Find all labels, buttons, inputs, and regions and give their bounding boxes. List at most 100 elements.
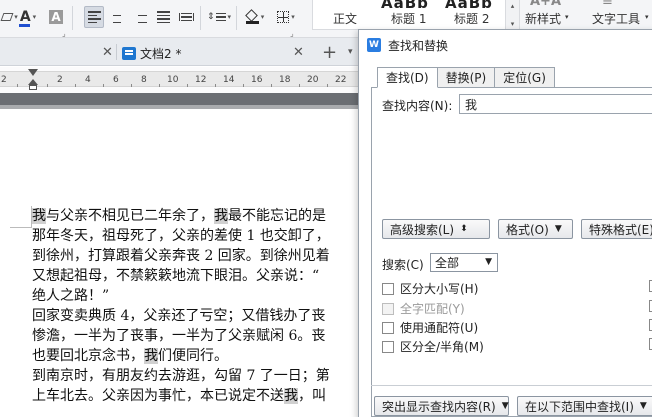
ruler-number: 4 — [85, 75, 91, 85]
eraser-icon — [0, 13, 14, 21]
search-label: 搜索(C) — [382, 258, 424, 272]
search-match-highlight: 我 — [144, 348, 158, 364]
match-width-checkbox[interactable]: 区分全/半角(M) — [382, 338, 484, 355]
chevron-down-icon: ▼ — [554, 224, 562, 234]
ruler-tick — [131, 84, 132, 87]
find-replace-dialog: W 查找和替换 查找(D) 替换(P) 定位(G) 查找内容(N): 我 高级搜… — [358, 29, 652, 417]
ruler-tick — [47, 84, 48, 87]
close-tab-icon[interactable]: ✕ — [102, 45, 113, 60]
find-in-button[interactable]: 在以下范围中查找(I) ▼ — [517, 396, 652, 416]
style-heading-1[interactable]: 标题 1 — [391, 10, 426, 27]
special-format-button[interactable]: 特殊格式(E) — [581, 219, 652, 239]
dialog-title-bar[interactable]: W 查找和替换 — [359, 30, 652, 60]
chevron-down-icon: ▼ — [501, 401, 509, 411]
format-button-label: 格式(O) — [506, 222, 549, 237]
paragraph-line[interactable]: 我与父亲不相见已二年余了，我最不能忘记的是 — [32, 206, 326, 226]
tab-goto[interactable]: 定位(G) — [495, 67, 555, 88]
paragraph-line[interactable]: 回家变卖典质 4，父亲还了亏空；又借钱办了丧 — [32, 306, 325, 326]
paragraph-line[interactable]: 绝人之路！” — [32, 286, 109, 306]
indent-marker[interactable] — [28, 69, 38, 91]
paragraph-line[interactable]: 到南京时，有朋友约去游逛，勾留 7 了一日；第 — [32, 366, 330, 386]
style-gallery-scroll[interactable]: ▴ ▾ — [505, 0, 519, 30]
ruler-number: 2 — [57, 75, 63, 85]
style-heading-2[interactable]: 标题 2 — [454, 10, 489, 27]
distributed-icon — [178, 12, 194, 22]
text-run: 到南京时，有朋友约去游逛，勾留 7 了一日；第 — [32, 368, 330, 384]
whole-word-checkbox[interactable]: 全字匹配(Y) — [382, 300, 465, 317]
line-spacing-icon: ⇕ — [207, 12, 226, 22]
style-gallery: AaBb AaBb 正文 标题 1 标题 2 — [312, 0, 520, 30]
find-input[interactable]: 我 — [459, 94, 652, 114]
tab-find[interactable]: 查找(D) — [377, 67, 438, 88]
match-width-label: 区分全/半角(M) — [400, 340, 484, 354]
ruler-tick — [159, 84, 160, 87]
line-spacing-button[interactable]: ⇕ ▾ — [204, 6, 234, 28]
chevron-up-icon: ▴ — [510, 2, 515, 10]
divider — [72, 6, 73, 30]
match-case-label: 区分大小写(H) — [400, 282, 479, 296]
find-label: 查找内容(N): — [382, 99, 453, 113]
ruler-number: 16 — [251, 75, 263, 85]
align-center-icon — [111, 11, 124, 23]
paragraph-line[interactable]: 也要回北京念书，我们便同行。 — [32, 346, 228, 366]
chevron-down-icon: ▾ — [227, 13, 232, 21]
wildcards-label: 使用通配符(U) — [400, 321, 479, 335]
align-right-button[interactable] — [130, 6, 150, 28]
format-button[interactable]: 格式(O) ▼ — [498, 219, 573, 239]
ruler-tick — [187, 84, 188, 87]
text-run: 最不能忘记的是 — [228, 208, 326, 224]
justify-button[interactable] — [153, 6, 173, 28]
style-normal[interactable]: 正文 — [333, 10, 357, 27]
text-run: 到徐州，打算跟着父亲奔丧 2 回家。到徐州见着 — [32, 248, 330, 264]
paragraph-line[interactable]: 到徐州，打算跟着父亲奔丧 2 回家。到徐州见着 — [32, 246, 330, 266]
add-tab-icon[interactable]: + — [322, 42, 337, 63]
special-format-label: 特殊格式(E) — [589, 222, 652, 237]
highlight-all-button[interactable]: 突出显示查找内容(R) ▼ — [374, 396, 509, 416]
text-run: 与父亲不相见已二年余了， — [46, 208, 214, 224]
document-icon — [122, 47, 136, 60]
distributed-button[interactable] — [176, 6, 196, 28]
paragraph-line[interactable]: 又想起祖母，不禁簌簌地流下眼泪。父亲说：“ — [32, 266, 319, 286]
close-tab-icon[interactable]: ✕ — [293, 45, 304, 60]
align-right-icon — [134, 11, 147, 23]
new-style-button[interactable]: A+A 新样式 ▾ — [522, 0, 572, 30]
shading-button[interactable]: ▾ — [240, 6, 270, 28]
search-match-highlight: 我 — [284, 388, 298, 404]
tab-document2[interactable]: 文档2 * — [122, 41, 181, 66]
paragraph-line[interactable]: 那年冬天，祖母死了，父亲的差使 1 也交卸了， — [32, 226, 330, 246]
border-grid-icon — [277, 11, 290, 23]
text-run: ，叫 — [298, 388, 326, 404]
ruler-number: 20 — [307, 75, 319, 85]
ruler-number: 18 — [279, 75, 291, 85]
search-match-highlight: 我 — [214, 208, 228, 224]
search-scope-select[interactable]: 全部 ▼ — [430, 253, 498, 272]
match-case-checkbox[interactable]: 区分大小写(H) — [382, 280, 478, 297]
borders-button[interactable]: ▾ — [272, 6, 300, 28]
left-indent-icon — [29, 85, 37, 90]
chevron-down-icon: ▾ — [645, 13, 649, 21]
dialog-launcher-icon[interactable]: ⌟ — [62, 29, 66, 38]
ruler-tick — [215, 84, 216, 87]
advanced-search-label: 高级搜索(L) — [390, 222, 455, 237]
tab-replace[interactable]: 替换(P) — [437, 67, 496, 88]
dialog-launcher-icon[interactable]: ⌟ — [290, 29, 294, 38]
paragraph-line[interactable]: 上车北去。父亲因为事忙，本已说定不送我，叫 — [32, 386, 326, 406]
advanced-search-button[interactable]: 高级搜索(L) ⬍ — [382, 219, 490, 239]
chevron-down-icon[interactable]: ▾ — [348, 47, 353, 57]
paragraph-line[interactable]: 惨澹，一半为了丧事，一半为了父亲赋闲 6。丧 — [32, 326, 325, 346]
text-tools-label: 文字工具 — [592, 12, 641, 26]
dialog-tabs: 查找(D) 替换(P) 定位(G) — [377, 67, 555, 88]
font-color-button[interactable]: A ▾ — [13, 6, 43, 28]
first-line-indent-icon — [28, 69, 38, 76]
wildcards-checkbox[interactable]: 使用通配符(U) — [382, 319, 478, 336]
text-tools-button[interactable]: ≡ 文字工具 ▾ — [582, 0, 652, 30]
ruler-tick — [103, 84, 104, 87]
text-run: 也要回北京念书， — [32, 348, 144, 364]
chevron-down-icon: ▼ — [639, 401, 647, 411]
align-left-button[interactable] — [84, 6, 104, 28]
ruler-number: 6 — [113, 75, 119, 85]
align-center-button[interactable] — [107, 6, 127, 28]
char-shading-button[interactable]: A — [46, 6, 66, 28]
chevron-down-icon: ▾ — [291, 13, 295, 21]
ruler-number: 12 — [195, 75, 207, 85]
